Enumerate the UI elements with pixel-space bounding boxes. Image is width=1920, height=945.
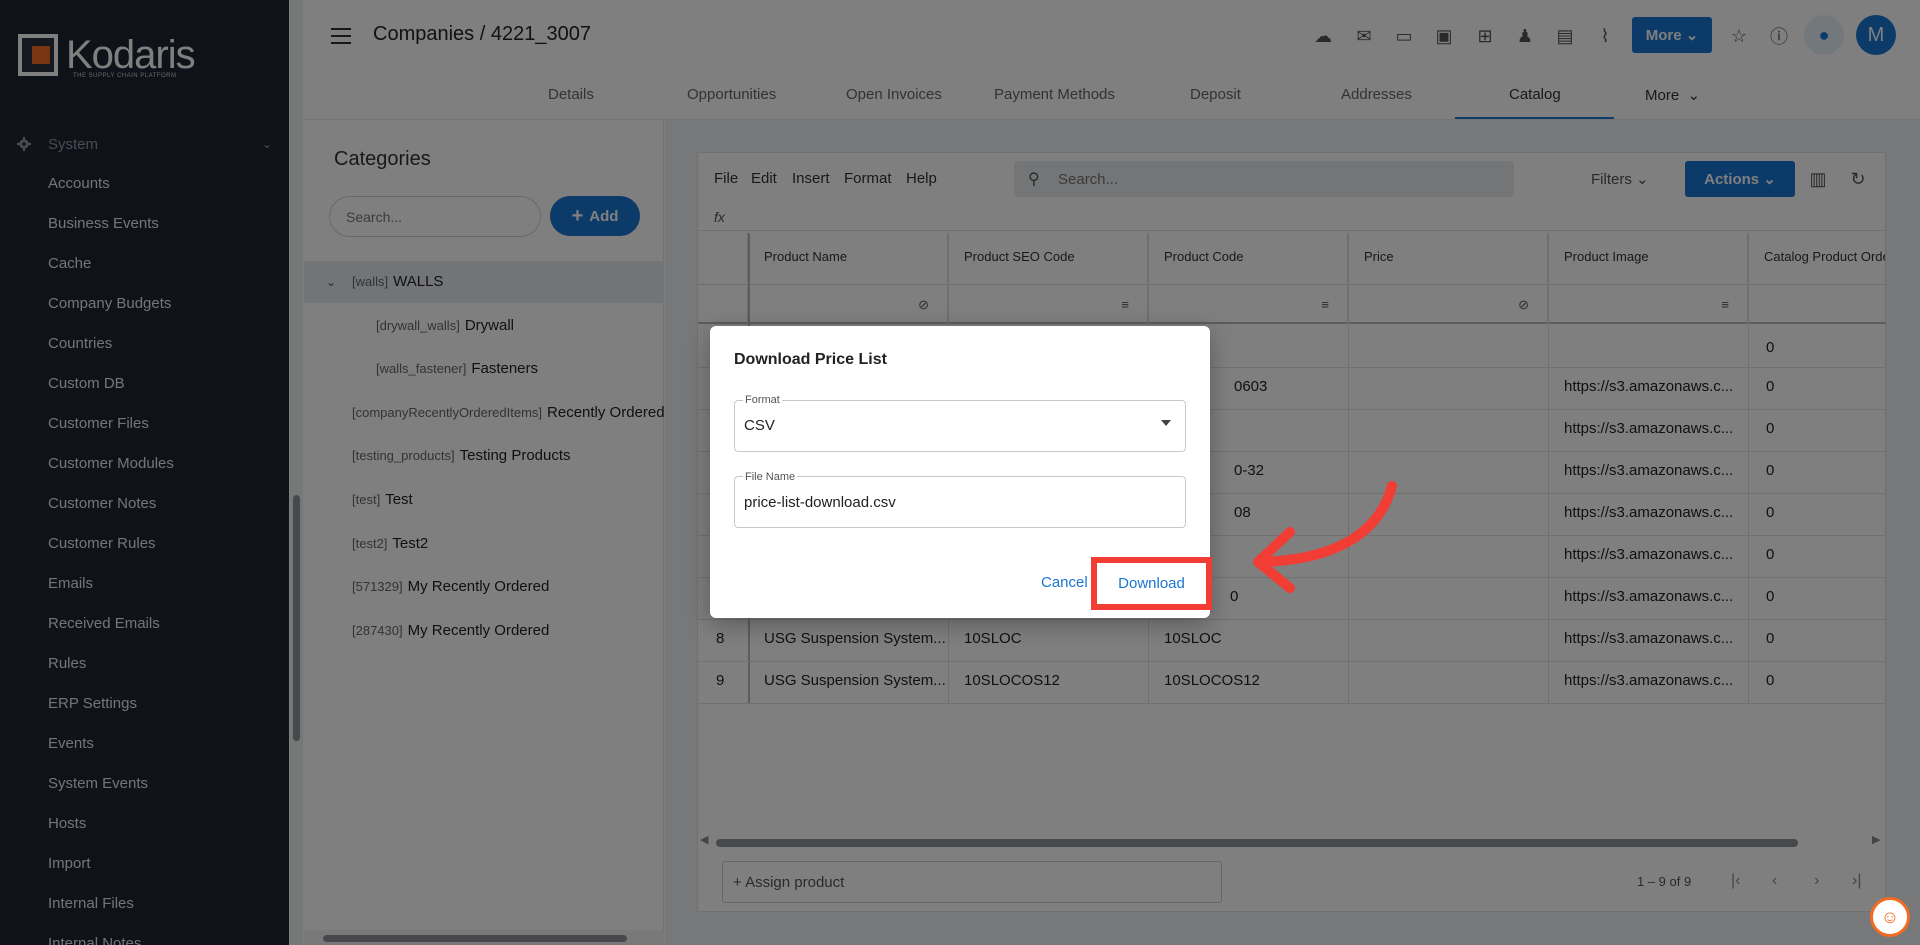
download-highlight-box[interactable]: Download — [1091, 557, 1212, 610]
download-button[interactable]: Download — [1118, 575, 1185, 592]
annotation-arrow-icon — [1253, 481, 1397, 593]
chat-support-icon[interactable]: ☺ — [1870, 897, 1910, 937]
file-name-value[interactable]: price-list-download.csv — [744, 494, 896, 511]
dialog-title: Download Price List — [734, 351, 887, 368]
cancel-button[interactable]: Cancel — [1041, 574, 1088, 591]
format-value: CSV — [744, 417, 775, 434]
format-label: Format — [743, 394, 782, 406]
file-name-label: File Name — [743, 471, 798, 483]
format-select[interactable] — [734, 400, 1186, 452]
dropdown-caret-icon[interactable] — [1161, 420, 1171, 426]
